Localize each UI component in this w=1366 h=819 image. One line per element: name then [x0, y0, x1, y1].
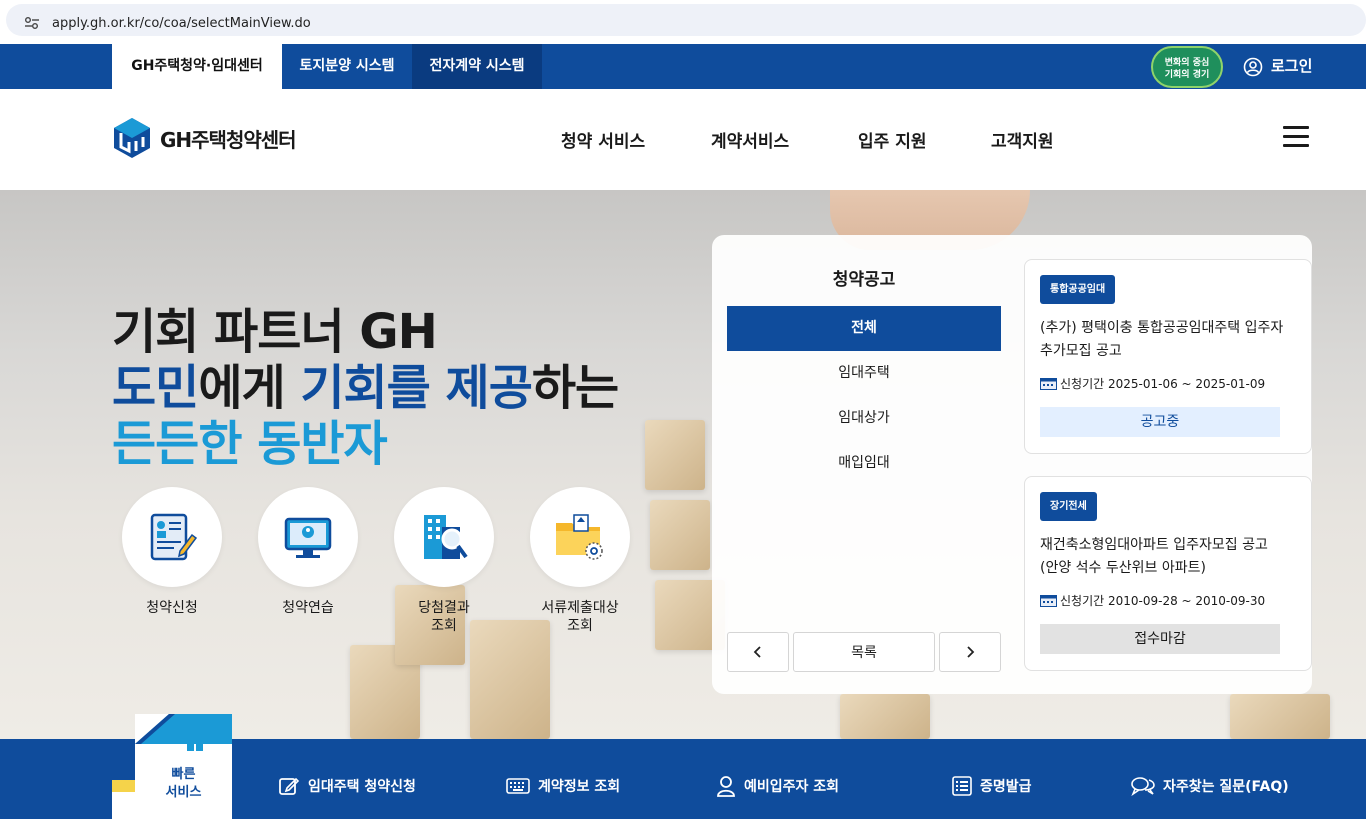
hero-headline-line-3: 든든한 동반자: [112, 416, 388, 472]
chevron-left-icon: [753, 646, 761, 658]
wood-block: [470, 620, 550, 739]
category-rental-shop[interactable]: 임대상가: [727, 396, 1001, 441]
quick-service-line-2: 서비스: [165, 785, 202, 800]
quick-documents-label: 서류제출대상 조회: [541, 600, 619, 634]
hero-section: 기회 파트너 GH 도민에게 기회를 제공하는 든든한 동반자 청약신청 청약연…: [0, 190, 1366, 739]
calendar-icon: [1040, 377, 1057, 390]
nav-contract-service[interactable]: 계약서비스: [711, 127, 789, 152]
wood-block: [645, 420, 705, 490]
house-roof-icon: [135, 714, 232, 744]
quick-link-reserve-tenant[interactable]: 예비입주자 조회: [716, 775, 839, 797]
category-all[interactable]: 전체: [727, 306, 1001, 351]
building-search-icon: [424, 515, 468, 559]
url-field[interactable]: apply.gh.or.kr/co/coa/selectMainView.do: [6, 4, 1366, 36]
subscription-notice-panel: 청약공고 전체 임대주택 임대상가 매입임대 목록 통합공공임대 (추가) 평택…: [712, 235, 1312, 694]
notice-period: 신청기간 2010-09-28 ~ 2010-09-30: [1040, 592, 1265, 609]
quick-link-rental-apply[interactable]: 임대주택 청약신청: [278, 775, 416, 797]
wood-block: [650, 500, 710, 570]
quick-link-label: 자주찾는 질문(FAQ): [1163, 779, 1289, 795]
gh-logo-icon: [114, 118, 150, 158]
prev-button[interactable]: [727, 632, 789, 672]
tab-land-sales[interactable]: 토지분양 시스템: [282, 44, 412, 89]
login-label: 로그인: [1271, 57, 1313, 75]
quick-link-label: 임대주택 청약신청: [308, 779, 416, 795]
quick-link-label: 증명발급: [980, 779, 1032, 795]
wood-block: [1230, 694, 1330, 739]
badge-line-1: 변화의 중심: [1164, 58, 1210, 68]
notice-status: 접수마감: [1040, 624, 1280, 654]
quick-link-certificate[interactable]: 증명발급: [952, 775, 1032, 797]
url-text[interactable]: apply.gh.or.kr/co/coa/selectMainView.do: [52, 16, 311, 31]
quick-results-label: 당첨결과 조회: [418, 600, 470, 634]
notice-type-badge: 통합공공임대: [1040, 275, 1116, 304]
notice-period: 신청기간 2025-01-06 ~ 2025-01-09: [1040, 375, 1265, 392]
nav-subscription-service[interactable]: 청약 서비스: [561, 127, 645, 152]
quick-practice-label: 청약연습: [282, 600, 334, 616]
list-icon: [952, 776, 972, 796]
application-form-icon: [150, 513, 198, 561]
quick-results-button[interactable]: 당첨결과 조회: [394, 487, 494, 635]
gyeonggi-slogan-badge[interactable]: 변화의 중심 기회의 경기: [1151, 46, 1223, 88]
category-purchase-rental[interactable]: 매입임대: [727, 441, 1001, 486]
chat-icon: [1131, 777, 1155, 796]
site-header: GH주택청약센터 청약 서비스 계약서비스 입주 지원 고객지원: [0, 89, 1366, 190]
wood-block: [840, 694, 930, 739]
notice-card[interactable]: 통합공공임대 (추가) 평택이충 통합공공임대주택 입주자 추가모집 공고 신청…: [1024, 259, 1312, 454]
monitor-user-icon: [284, 517, 332, 558]
house-side-decoration: [112, 780, 135, 819]
quick-service-line-1: 빠른: [171, 767, 196, 782]
browser-address-bar: apply.gh.or.kr/co/coa/selectMainView.do: [0, 0, 1366, 40]
nav-customer-support[interactable]: 고객지원: [991, 127, 1054, 152]
notice-card[interactable]: 장기전세 재건축소형임대아파트 입주자모집 공고(안양 석수 두산위브 아파트)…: [1024, 476, 1312, 671]
notice-title[interactable]: 재건축소형임대아파트 입주자모집 공고(안양 석수 두산위브 아파트): [1040, 534, 1285, 580]
quick-link-label: 예비입주자 조회: [744, 779, 840, 795]
hero-text-which: 하는: [531, 360, 619, 416]
user-circle-icon: [1243, 57, 1263, 76]
list-button[interactable]: 목록: [793, 632, 935, 672]
keyboard-icon: [506, 778, 530, 794]
nav-move-in-support[interactable]: 입주 지원: [858, 127, 926, 152]
next-button[interactable]: [939, 632, 1001, 672]
quick-service-label: 빠른 서비스: [135, 766, 232, 802]
quick-link-contract-info[interactable]: 계약정보 조회: [506, 775, 620, 797]
site-logo[interactable]: GH주택청약센터: [112, 117, 297, 159]
tab-e-contract[interactable]: 전자계약 시스템: [412, 44, 542, 89]
quick-apply-button[interactable]: 청약신청: [122, 487, 222, 617]
folder-search-icon: [556, 514, 603, 560]
edit-icon: [279, 777, 300, 795]
badge-line-2: 기회의 경기: [1164, 70, 1210, 80]
notice-period-text: 신청기간 2025-01-06 ~ 2025-01-09: [1060, 377, 1266, 391]
quick-practice-button[interactable]: 청약연습: [258, 487, 358, 617]
logo-text: GH주택청약센터: [160, 127, 297, 152]
menu-icon[interactable]: [1283, 126, 1309, 148]
notice-status: 공고중: [1040, 407, 1280, 437]
system-bar: GH주택청약·임대센터 토지분양 시스템 전자계약 시스템 변화의 중심 기회의…: [0, 44, 1366, 89]
quick-link-faq[interactable]: 자주찾는 질문(FAQ): [1131, 775, 1289, 797]
quick-documents-button[interactable]: 서류제출대상 조회: [530, 487, 630, 635]
quick-link-label: 계약정보 조회: [538, 779, 621, 795]
windows-icon: [187, 735, 203, 751]
notice-panel-title: 청약공고: [832, 270, 896, 290]
notice-title[interactable]: (추가) 평택이충 통합공공임대주택 입주자 추가모집 공고: [1040, 317, 1285, 363]
login-button[interactable]: 로그인: [1243, 44, 1312, 89]
chevron-right-icon: [967, 646, 975, 658]
category-rental-housing[interactable]: 임대주택: [727, 351, 1001, 396]
quick-apply-label: 청약신청: [146, 600, 198, 616]
notice-type-badge: 장기전세: [1040, 492, 1097, 521]
site-settings-icon[interactable]: [24, 15, 40, 31]
notice-period-text: 신청기간 2010-09-28 ~ 2010-09-30: [1060, 594, 1266, 608]
tab-housing-center[interactable]: GH주택청약·임대센터: [112, 44, 282, 89]
user-icon: [717, 776, 735, 797]
calendar-icon: [1040, 594, 1057, 607]
